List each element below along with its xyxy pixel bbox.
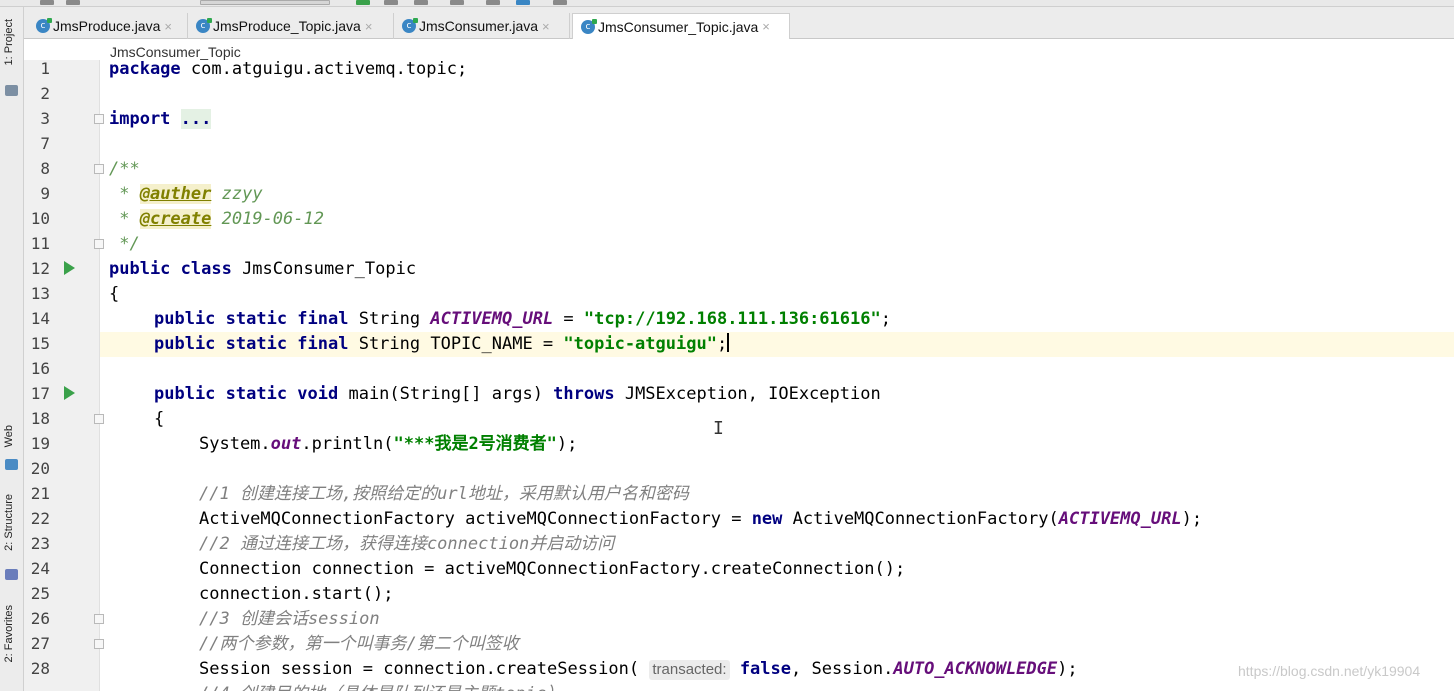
close-icon[interactable]: × xyxy=(164,19,172,34)
code-line-14: public static final String ACTIVEMQ_URL … xyxy=(154,309,891,329)
tab-jmsconsumer[interactable]: c JmsConsumer.java × xyxy=(394,13,570,39)
main-toolbar xyxy=(0,0,1454,7)
code-line-28: Session session = connection.createSessi… xyxy=(199,659,1078,680)
java-class-icon: c xyxy=(581,18,597,34)
code-line-25: connection.start(); xyxy=(199,584,394,604)
toolbar-icon[interactable] xyxy=(66,0,80,5)
code-line-18: { xyxy=(154,409,165,429)
line-number: 11 xyxy=(30,234,50,253)
code-line-13: { xyxy=(109,284,120,304)
coverage-icon[interactable] xyxy=(414,0,428,5)
close-icon[interactable]: × xyxy=(762,19,770,34)
code-line-27: //两个参数，第一个叫事务/第二个叫签收 xyxy=(199,634,519,654)
line-number: 12 xyxy=(30,259,50,278)
line-number: 17 xyxy=(30,384,50,403)
line-number: 13 xyxy=(30,284,50,303)
tab-jmsproduce-topic[interactable]: c JmsProduce_Topic.java × xyxy=(188,13,394,39)
code-line-11: */ xyxy=(109,234,140,254)
run-icon[interactable] xyxy=(356,0,370,5)
settings-icon[interactable] xyxy=(553,0,567,5)
code-line-17: public static void main(String[] args) t… xyxy=(154,384,881,404)
toolbar-icon[interactable] xyxy=(40,0,54,5)
line-number: 26 xyxy=(30,609,50,628)
code-line-29: //4 创建目的地（具体是队列还是主题topic） xyxy=(199,682,563,691)
line-number: 3 xyxy=(40,109,50,128)
tab-jmsproduce[interactable]: c JmsProduce.java × xyxy=(28,13,188,39)
code-line-15: public static final String TOPIC_NAME = … xyxy=(154,333,730,354)
code-line-23: //2 通过连接工场，获得连接connection并启动访问 xyxy=(199,534,615,554)
line-number: 28 xyxy=(30,659,50,678)
project-tool-button[interactable]: 1: Project xyxy=(3,19,15,65)
code-line-9: * @auther zzyy xyxy=(109,184,263,204)
code-line-1: package com.atguigu.activemq.topic; xyxy=(109,60,468,79)
tab-label: JmsConsumer.java xyxy=(419,18,539,34)
run-config-select[interactable] xyxy=(200,0,330,5)
favorites-tool-button[interactable]: 2: Favorites xyxy=(3,605,15,662)
project-folder-icon xyxy=(5,85,18,96)
editor-tab-bar: c JmsProduce.java × c JmsProduce_Topic.j… xyxy=(24,7,1454,39)
line-number: 22 xyxy=(30,509,50,528)
mouse-ibeam-cursor: I xyxy=(713,418,724,439)
breadcrumb[interactable]: JmsConsumer_Topic xyxy=(110,44,241,60)
run-main-icon[interactable] xyxy=(64,386,75,400)
line-number: 27 xyxy=(30,634,50,653)
tab-label: JmsConsumer_Topic.java xyxy=(598,18,759,35)
code-line-19: System.out.println("***我是2号消费者"); xyxy=(199,434,578,454)
line-number: 15 xyxy=(30,334,50,353)
line-number: 9 xyxy=(40,184,50,203)
close-icon[interactable]: × xyxy=(542,19,550,34)
code-line-22: ActiveMQConnectionFactory activeMQConnec… xyxy=(199,509,1203,529)
code-line-8: /** xyxy=(109,159,140,179)
structure-icon xyxy=(5,569,18,580)
tab-label: JmsProduce_Topic.java xyxy=(213,18,361,34)
line-number: 18 xyxy=(30,409,50,428)
line-number: 1 xyxy=(40,59,50,78)
line-number: 24 xyxy=(30,559,50,578)
web-tool-button[interactable]: Web xyxy=(3,425,15,447)
code-line-3: import ... xyxy=(109,109,212,129)
code-line-10: * @create 2019-06-12 xyxy=(109,209,324,229)
code-line-24: Connection connection = activeMQConnecti… xyxy=(199,559,906,579)
build-icon[interactable] xyxy=(486,0,500,5)
code-editor[interactable]: package com.atguigu.activemq.topic; impo… xyxy=(100,60,1454,691)
folded-imports[interactable]: ... xyxy=(180,109,212,129)
parameter-hint: transacted: xyxy=(649,660,730,680)
text-caret xyxy=(727,333,730,352)
tool-window-strip: 1: Project Web 2: Structure 2: Favorites xyxy=(0,7,24,691)
debug-icon[interactable] xyxy=(384,0,398,5)
java-class-icon: c xyxy=(196,18,212,33)
tab-label: JmsProduce.java xyxy=(53,18,161,34)
watermark: https://blog.csdn.net/yk19904 xyxy=(1238,663,1421,679)
editor-gutter[interactable]: 1 2 3 7 8 9 10 11 12 13 14 15 16 17 18 1… xyxy=(24,59,104,691)
code-line-12: public class JmsConsumer_Topic xyxy=(109,259,417,279)
line-number: 8 xyxy=(40,159,50,178)
structure-tool-button[interactable]: 2: Structure xyxy=(3,494,15,551)
run-class-icon[interactable] xyxy=(64,261,75,275)
code-line-21: //1 创建连接工场,按照给定的url地址，采用默认用户名和密码 xyxy=(199,484,689,504)
java-class-icon: c xyxy=(36,18,52,33)
code-line-26: //3 创建会话session xyxy=(199,609,380,629)
line-number: 20 xyxy=(30,459,50,478)
stop-icon[interactable] xyxy=(450,0,464,5)
line-number: 21 xyxy=(30,484,50,503)
close-icon[interactable]: × xyxy=(365,19,373,34)
line-number: 14 xyxy=(30,309,50,328)
line-number: 19 xyxy=(30,434,50,453)
line-number: 7 xyxy=(40,134,50,153)
line-number: 16 xyxy=(30,359,50,378)
structure-icon[interactable] xyxy=(516,0,530,5)
java-class-icon: c xyxy=(402,18,418,33)
web-icon xyxy=(5,459,18,470)
tab-jmsconsumer-topic[interactable]: c JmsConsumer_Topic.java × xyxy=(572,13,790,39)
line-number: 2 xyxy=(40,84,50,103)
line-number: 23 xyxy=(30,534,50,553)
line-number: 10 xyxy=(30,209,50,228)
line-number: 25 xyxy=(30,584,50,603)
